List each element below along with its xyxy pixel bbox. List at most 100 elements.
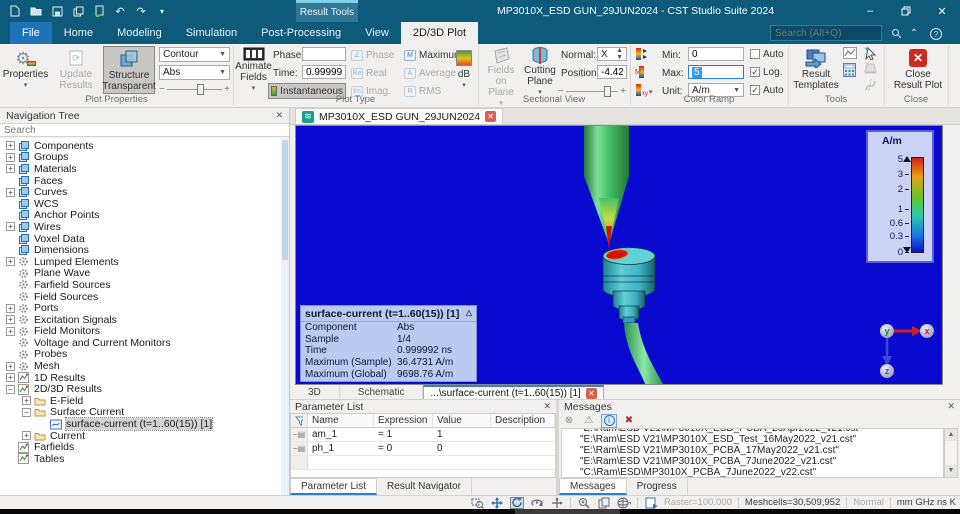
close-view-tab-icon[interactable]: ✕ <box>585 387 597 399</box>
animate-fields-button[interactable]: Animate Fields ▾ <box>235 46 272 94</box>
phase-input[interactable] <box>302 47 346 61</box>
tree-item[interactable]: Probes <box>0 348 281 360</box>
result-templates-button[interactable]: Result Templates <box>792 46 840 94</box>
3d-viewport[interactable]: A/m 5 3 2 1 0.6 0.3 0 surface-current (t=1..60… <box>295 125 943 385</box>
tree-item[interactable]: + Current <box>0 430 281 442</box>
calculator-tool-icon[interactable] <box>843 63 856 77</box>
tree-item-label[interactable]: Probes <box>34 348 67 360</box>
tree-item-label[interactable]: Dimensions <box>34 244 89 256</box>
close-result-plot-button[interactable]: ✕ Close Result Plot <box>890 46 946 94</box>
view-options-icon[interactable] <box>617 497 632 509</box>
filter-icon[interactable] <box>291 414 308 427</box>
tree-expander-icon[interactable]: + <box>22 431 31 441</box>
tree-expander-icon[interactable]: + <box>6 326 15 336</box>
undo-icon[interactable]: ↶ <box>113 4 127 18</box>
tree-item[interactable]: Faces <box>0 175 281 187</box>
panel-tab-progress[interactable]: Progress <box>627 478 688 495</box>
tree-expander-icon[interactable]: + <box>6 315 15 325</box>
import-icon[interactable] <box>92 4 106 18</box>
tree-expander-icon[interactable]: + <box>6 187 15 197</box>
tree-item-label[interactable]: Field Sources <box>34 291 98 303</box>
zoom-select-icon[interactable] <box>470 497 484 509</box>
tree-item-label[interactable]: WCS <box>34 198 59 210</box>
normal-select[interactable]: X ▲ ▼ <box>597 47 627 61</box>
auto-min-checkbox[interactable]: Auto <box>750 47 784 61</box>
tree-item-label[interactable]: Field Monitors <box>34 325 100 337</box>
properties-button[interactable]: ⚙ Properties ▾ <box>2 46 49 94</box>
close-messages-icon[interactable]: ✕ <box>947 401 955 412</box>
tree-item[interactable]: + Excitation Signals <box>0 314 281 326</box>
tree-item-label[interactable]: Faces <box>34 175 63 187</box>
tree-item[interactable]: Farfields <box>0 441 281 453</box>
time-input[interactable] <box>302 65 346 79</box>
menu-tab-home[interactable]: Home <box>52 22 105 44</box>
export-view-icon[interactable] <box>644 497 658 509</box>
scroll-down-icon[interactable]: ▼ <box>945 465 957 477</box>
open-file-icon[interactable] <box>29 4 43 18</box>
tree-item-label[interactable]: Excitation Signals <box>34 314 117 326</box>
tree-item-label[interactable]: Voxel Data <box>34 233 85 245</box>
tree-item-label[interactable]: Mesh <box>34 360 60 372</box>
pick-tool-icon[interactable] <box>864 47 877 60</box>
tree-expander-icon[interactable]: − <box>6 384 15 394</box>
warnings-filter-icon[interactable]: ⚠ <box>581 414 597 428</box>
phase-button[interactable]: ∠ Phase <box>351 48 394 62</box>
clear-messages-icon[interactable]: ✖ <box>621 414 637 428</box>
tree-item[interactable]: + Curves <box>0 186 281 198</box>
close-window-button[interactable]: ✕ <box>924 0 960 22</box>
errors-filter-icon[interactable]: ⊗ <box>561 414 577 428</box>
position-input[interactable] <box>597 65 627 79</box>
tree-expander-icon[interactable]: + <box>6 303 15 313</box>
tree-item-label[interactable]: 1D Results <box>34 372 85 384</box>
tree-expander-icon[interactable]: + <box>6 257 15 267</box>
tree-item-label[interactable]: 2D/3D Results <box>34 383 102 395</box>
parameter-row[interactable]: −▤ am_1 = 11 <box>291 428 555 442</box>
tree-expander-icon[interactable]: + <box>22 396 31 406</box>
menu-tab-view[interactable]: View <box>353 22 401 44</box>
new-file-icon[interactable] <box>8 4 22 18</box>
help-icon[interactable]: ? <box>928 26 944 41</box>
fields-on-plane-button[interactable]: Fields on Plane ▾ <box>482 46 520 107</box>
axes-indicator[interactable]: y x z <box>874 318 936 380</box>
tree-expander-icon[interactable]: + <box>6 152 15 162</box>
panel-tab-parameter-list[interactable]: Parameter List <box>290 478 378 495</box>
pan-icon[interactable] <box>490 496 504 509</box>
rotate-icon[interactable] <box>510 496 525 509</box>
curve-tool-icon[interactable] <box>864 78 877 92</box>
tree-expander-icon[interactable]: − <box>22 407 31 417</box>
tree-item[interactable]: +1D Results <box>0 372 281 384</box>
menu-tab-simulation[interactable]: Simulation <box>174 22 249 44</box>
tree-item-label[interactable]: Current <box>50 430 85 442</box>
close-parameter-list-icon[interactable]: ✕ <box>543 401 551 412</box>
tree-search-box[interactable] <box>0 123 289 137</box>
tree-item-label[interactable]: Farfield Sources <box>34 279 110 291</box>
menu-tab-2d-3d-plot[interactable]: 2D/3D Plot <box>400 22 479 44</box>
new-parameter-row[interactable] <box>291 456 555 470</box>
copy-icon[interactable] <box>71 4 85 18</box>
average-button[interactable]: A Average <box>404 66 456 80</box>
panel-tab-result-navigator[interactable]: Result Navigator <box>377 478 472 495</box>
update-results-button[interactable]: ⟳ Update Results <box>51 46 101 94</box>
tree-item[interactable]: WCS <box>0 198 281 210</box>
color-ramp-icon-2[interactable]: M <box>634 65 648 79</box>
tree-item[interactable]: + Groups <box>0 151 281 163</box>
tree-item[interactable]: + Wires <box>0 221 281 233</box>
units-status[interactable]: mm GHz ns K <box>897 497 956 508</box>
tree-item-label[interactable]: surface-current (t=1..60(15)) [1] <box>64 417 214 432</box>
close-tab-icon[interactable]: ✕ <box>485 111 497 122</box>
pages-icon[interactable] <box>597 497 611 509</box>
minimize-button[interactable]: – <box>852 0 888 22</box>
tree-expander-icon[interactable]: + <box>6 164 15 174</box>
real-button[interactable]: Re Real <box>351 66 387 80</box>
projector-tool-icon[interactable] <box>864 63 877 74</box>
tree-item-label[interactable]: Curves <box>34 186 67 198</box>
tree-expander-icon[interactable]: + <box>6 373 15 383</box>
message-scrollbar[interactable]: ▲ ▼ <box>944 428 958 478</box>
view-tab[interactable]: ...\surface-current (t=1..60(15)) [1] ✕ <box>423 385 604 399</box>
tree-expander-icon[interactable]: + <box>6 141 15 151</box>
collapse-ribbon-icon[interactable]: ⌃ <box>906 26 922 41</box>
zoom-in-icon[interactable] <box>577 497 591 509</box>
tree-item[interactable]: Voltage and Current Monitors <box>0 337 281 349</box>
color-ramp-icon-1[interactable] <box>634 47 648 61</box>
scroll-up-icon[interactable]: ▲ <box>945 429 957 441</box>
